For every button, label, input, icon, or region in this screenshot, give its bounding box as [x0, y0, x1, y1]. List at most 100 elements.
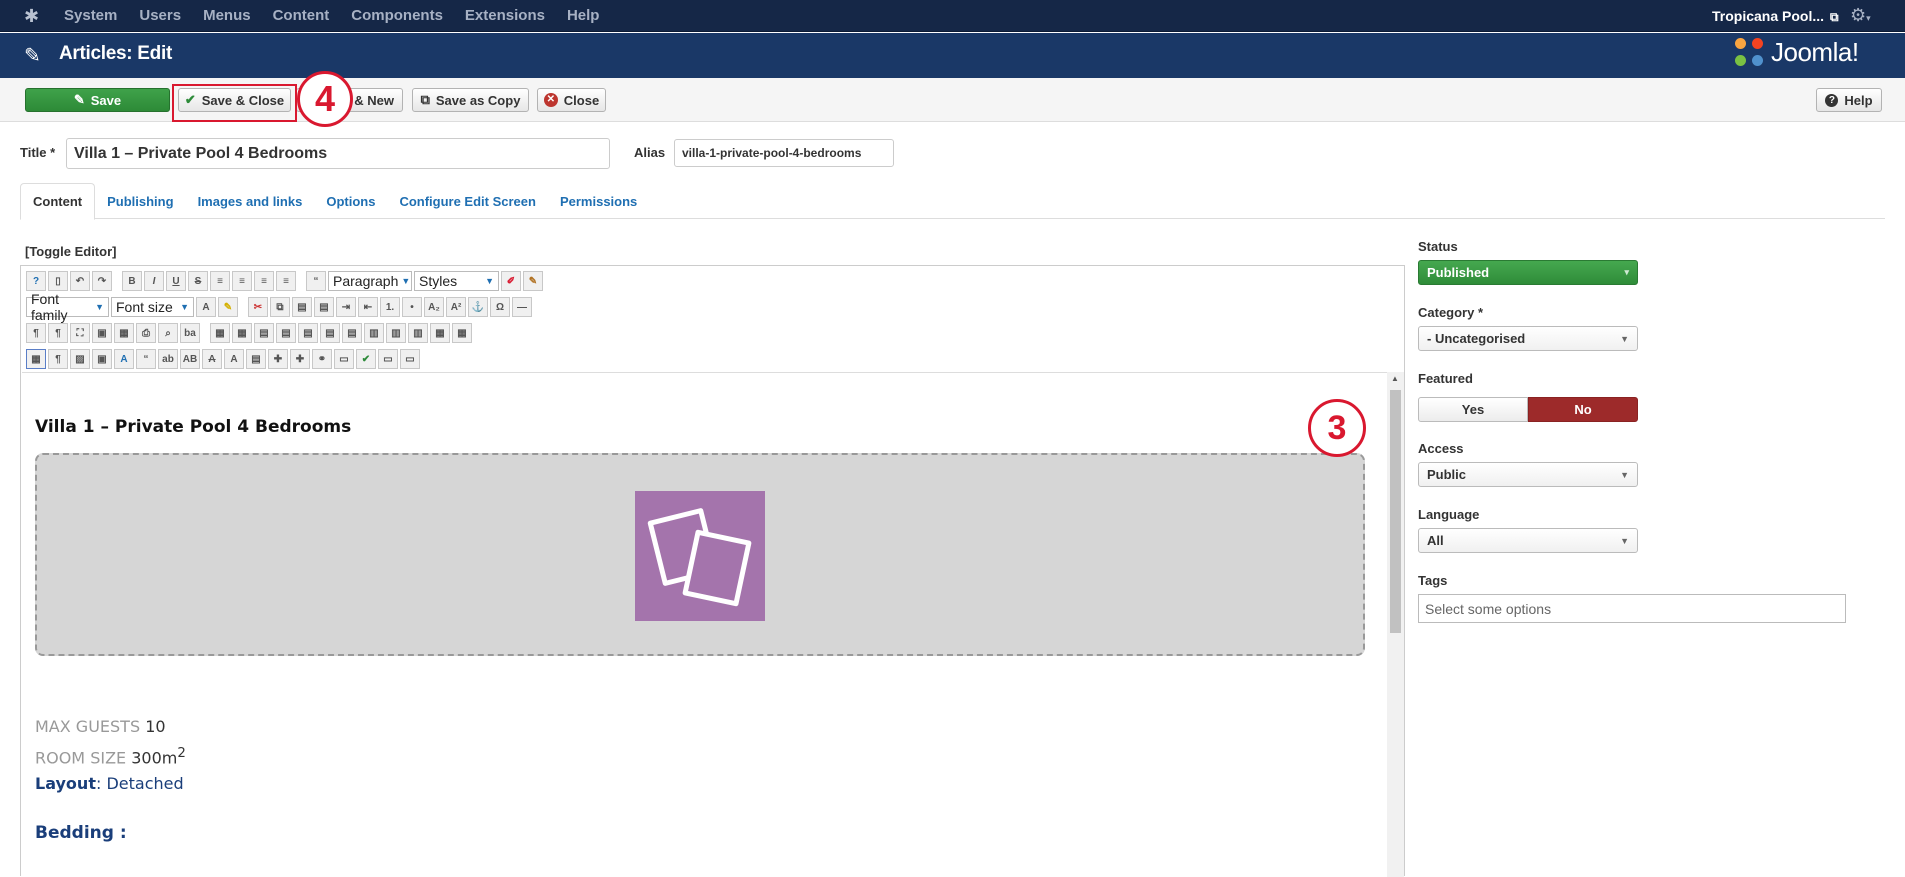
cite-icon[interactable]: “	[136, 349, 156, 369]
editor-scrollbar[interactable]: ▲	[1387, 372, 1404, 877]
menu-components[interactable]: Components	[351, 0, 443, 32]
spellcheck-icon[interactable]: ✔	[356, 349, 376, 369]
layer-insert-icon[interactable]: ✚	[268, 349, 288, 369]
bullet-list-icon[interactable]: •	[402, 297, 422, 317]
highlight-color-icon[interactable]: ✎	[218, 297, 238, 317]
font-family-select[interactable]: Font family ▼	[26, 291, 109, 323]
align-left-icon[interactable]: ≡	[254, 271, 274, 291]
special-char-icon[interactable]: Ω	[490, 297, 510, 317]
tab-images-links[interactable]: Images and links	[186, 183, 315, 219]
numbered-list-icon[interactable]: 1.	[380, 297, 400, 317]
attribs-icon[interactable]: ▤	[246, 349, 266, 369]
split-cells-icon[interactable]: ▦	[430, 323, 450, 343]
eraser-icon[interactable]: ✐	[501, 271, 521, 291]
paste-icon[interactable]: ▤	[292, 297, 312, 317]
acronym-icon[interactable]: AB	[180, 349, 200, 369]
cell-props-icon[interactable]: ▤	[276, 323, 296, 343]
page-break-icon[interactable]: ▭	[378, 349, 398, 369]
cut-icon[interactable]: ✂	[248, 297, 268, 317]
row-props-icon[interactable]: ▤	[254, 323, 274, 343]
media-icon[interactable]: ▣	[92, 349, 112, 369]
bold-icon[interactable]: B	[122, 271, 142, 291]
abbr-icon[interactable]: ab	[158, 349, 178, 369]
row-before-icon[interactable]: ▤	[298, 323, 318, 343]
delete-table-icon[interactable]: ▦	[232, 323, 252, 343]
ltr-icon[interactable]: ¶	[26, 323, 46, 343]
help-icon[interactable]: ?	[26, 271, 46, 291]
outdent-icon[interactable]: ⇤	[358, 297, 378, 317]
access-select[interactable]: Public ▼	[1418, 462, 1638, 487]
merge-cells-icon[interactable]: ▦	[452, 323, 472, 343]
menu-content[interactable]: Content	[273, 0, 330, 32]
image-icon[interactable]: ▨	[70, 349, 90, 369]
insert-text-icon[interactable]: A	[224, 349, 244, 369]
status-select[interactable]: Published ▾	[1418, 260, 1638, 285]
close-button[interactable]: ✕ Close	[537, 88, 606, 112]
paste-text-icon[interactable]: ▤	[314, 297, 334, 317]
link-icon[interactable]: ⚭	[312, 349, 332, 369]
superscript-icon[interactable]: A²	[446, 297, 466, 317]
align-right-icon[interactable]: ≡	[276, 271, 296, 291]
table-icon[interactable]: ▦	[210, 323, 230, 343]
print-icon[interactable]: ⎙	[136, 323, 156, 343]
subscript-icon[interactable]: A₂	[424, 297, 444, 317]
anchor-icon[interactable]: ⚓	[468, 297, 488, 317]
menu-system[interactable]: System	[64, 0, 117, 32]
delete-text-icon[interactable]: A	[202, 349, 222, 369]
tab-content[interactable]: Content	[20, 183, 96, 220]
styles-select[interactable]: Styles ▼	[414, 271, 499, 291]
italic-icon[interactable]: I	[144, 271, 164, 291]
text-color-icon[interactable]: A	[196, 297, 216, 317]
style-props-icon[interactable]: A	[114, 349, 134, 369]
new-document-icon[interactable]: ▯	[48, 271, 68, 291]
strikethrough-icon[interactable]: S	[188, 271, 208, 291]
editor-content-area[interactable]: Villa 1 – Private Pool 4 Bedrooms MAX GU…	[22, 372, 1387, 877]
alias-input[interactable]: villa-1-private-pool-4-bedrooms	[674, 139, 894, 167]
featured-yes-button[interactable]: Yes	[1418, 397, 1528, 422]
redo-icon[interactable]: ↷	[92, 271, 112, 291]
unlink-icon[interactable]: ▭	[334, 349, 354, 369]
template-icon[interactable]: ▦	[114, 323, 134, 343]
save-button[interactable]: ✎ Save	[25, 88, 170, 112]
blockquote-icon[interactable]: “	[306, 271, 326, 291]
tags-input[interactable]: Select some options	[1418, 594, 1846, 623]
menu-help[interactable]: Help	[567, 0, 600, 32]
menu-menus[interactable]: Menus	[203, 0, 251, 32]
tab-configure-edit-screen[interactable]: Configure Edit Screen	[387, 183, 548, 219]
tab-permissions[interactable]: Permissions	[548, 183, 649, 219]
help-button[interactable]: ? Help	[1816, 88, 1882, 112]
align-justify-icon[interactable]: ≡	[210, 271, 230, 291]
fullscreen-icon[interactable]: ⛶	[70, 323, 90, 343]
font-size-select[interactable]: Font size ▼	[111, 297, 194, 317]
delete-row-icon[interactable]: ▤	[342, 323, 362, 343]
toggle-editor-link[interactable]: [Toggle Editor]	[25, 244, 116, 259]
paragraph-format-select[interactable]: Paragraph ▼	[328, 271, 412, 291]
menu-extensions[interactable]: Extensions	[465, 0, 545, 32]
site-link[interactable]: Tropicana Pool... ⧉	[1712, 0, 1839, 33]
featured-no-button[interactable]: No	[1528, 397, 1638, 422]
show-blocks-icon[interactable]: ¶	[48, 349, 68, 369]
horizontal-rule-icon[interactable]: —	[512, 297, 532, 317]
undo-icon[interactable]: ↶	[70, 271, 90, 291]
language-select[interactable]: All ▼	[1418, 528, 1638, 553]
scroll-up-icon[interactable]: ▲	[1391, 374, 1399, 383]
col-after-icon[interactable]: ▥	[386, 323, 406, 343]
visual-aid-icon[interactable]: ▦	[26, 349, 46, 369]
brush-icon[interactable]: ✎	[523, 271, 543, 291]
indent-icon[interactable]: ⇥	[336, 297, 356, 317]
delete-col-icon[interactable]: ▥	[408, 323, 428, 343]
title-input[interactable]: Villa 1 – Private Pool 4 Bedrooms	[66, 138, 610, 169]
align-center-icon[interactable]: ≡	[232, 271, 252, 291]
preview-icon[interactable]: ▣	[92, 323, 112, 343]
find-icon[interactable]: ⌕	[158, 323, 178, 343]
tab-publishing[interactable]: Publishing	[95, 183, 185, 219]
save-copy-button[interactable]: ⧉ Save as Copy	[412, 88, 529, 112]
joomla-icon[interactable]: ✱	[24, 7, 44, 25]
category-select[interactable]: - Uncategorised ▼	[1418, 326, 1638, 351]
copy-icon[interactable]: ⧉	[270, 297, 290, 317]
rtl-icon[interactable]: ¶	[48, 323, 68, 343]
menu-users[interactable]: Users	[139, 0, 181, 32]
tab-options[interactable]: Options	[314, 183, 387, 219]
layer-move-icon[interactable]: ✚	[290, 349, 310, 369]
scrollbar-thumb[interactable]	[1390, 390, 1401, 633]
